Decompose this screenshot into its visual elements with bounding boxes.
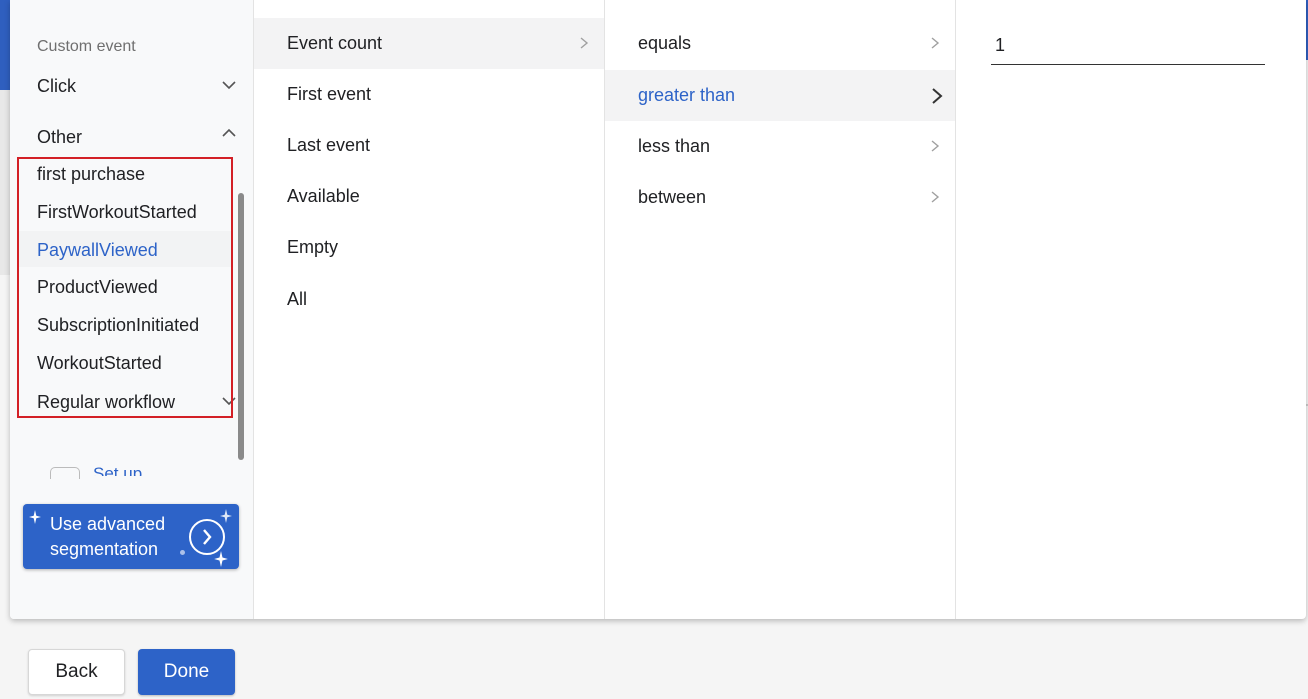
metric-option-label: Last event (287, 135, 371, 155)
metric-option-label: All (287, 289, 308, 309)
sidebar-scrollbar[interactable] (238, 193, 244, 460)
group-other[interactable]: Other (37, 125, 237, 149)
chevron-right-circle-icon (189, 519, 225, 555)
metric-option-last-event[interactable]: Last event (254, 120, 604, 171)
segment-condition-dialog: Custom event Click Other first purchase … (10, 0, 1306, 619)
sparkle-dot (180, 550, 185, 555)
metric-column: Event count First event Last event Avail… (254, 0, 605, 619)
chevron-up-icon (222, 128, 236, 137)
backdrop-header (0, 0, 10, 90)
section-label-custom-event: Custom event (37, 38, 136, 55)
chevron-right-icon (931, 191, 940, 203)
sparkle-icon (220, 509, 232, 523)
metric-option-label: Empty (287, 237, 339, 257)
use-advanced-segmentation-button[interactable]: Use advanced segmentation (23, 504, 239, 569)
sparkle-icon (29, 510, 41, 524)
metric-option-first-event[interactable]: First event (254, 69, 604, 120)
chevron-right-icon (931, 140, 940, 152)
operator-option-label: between (638, 187, 707, 207)
chevron-right-icon (932, 88, 943, 104)
group-click[interactable]: Click (37, 74, 237, 98)
operator-option-equals[interactable]: equals (605, 18, 955, 69)
advanced-segmentation-label: Use advanced segmentation (50, 514, 166, 559)
chevron-right-icon (580, 37, 589, 49)
operator-column: equals greater than less than between (605, 0, 956, 619)
metric-option-label: First event (287, 84, 372, 104)
group-click-label: Click (37, 75, 76, 96)
event-selector-column: Custom event Click Other first purchase … (10, 0, 254, 619)
setup-link[interactable]: Set up (93, 462, 142, 476)
value-field (991, 29, 1265, 65)
metric-option-available[interactable]: Available (254, 171, 604, 222)
chevron-down-icon (222, 81, 236, 90)
group-other-label: Other (37, 126, 83, 147)
metric-option-label: Available (287, 186, 360, 206)
backdrop-content (0, 90, 10, 275)
operator-option-greater-than[interactable]: greater than (605, 70, 955, 121)
metric-option-empty[interactable]: Empty (254, 222, 604, 273)
back-button[interactable]: Back (28, 649, 125, 695)
operator-option-between[interactable]: between (605, 172, 955, 223)
metric-option-label: Event count (287, 33, 383, 53)
metric-option-all[interactable]: All (254, 274, 604, 325)
operator-option-label: equals (638, 33, 692, 53)
chevron-right-icon (931, 37, 940, 49)
highlight-annotation-box (17, 157, 233, 418)
operator-option-less-than[interactable]: less than (605, 121, 955, 172)
metric-option-event-count[interactable]: Event count (254, 18, 604, 69)
setup-icon (50, 467, 80, 479)
done-button[interactable]: Done (138, 649, 235, 695)
value-column (956, 0, 1306, 619)
operator-option-label: greater than (638, 85, 736, 105)
value-input[interactable] (991, 29, 1265, 56)
operator-option-label: less than (638, 136, 711, 156)
sparkle-icon (214, 551, 228, 567)
